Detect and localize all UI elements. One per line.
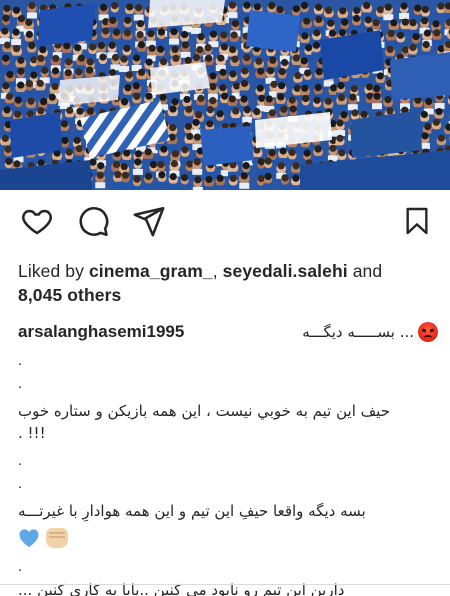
caption-header: arsalanghasemi1995 ... بســـــه دیگـــه xyxy=(18,320,438,344)
post-caption: arsalanghasemi1995 ... بســـــه دیگـــه … xyxy=(18,320,438,596)
caption-first-line: ... بســـــه دیگـــه xyxy=(302,320,438,344)
likes-separator: , xyxy=(212,261,223,281)
likes-and: and xyxy=(347,261,383,281)
liker-link-1[interactable]: cinema_gram_ xyxy=(89,261,213,281)
share-button[interactable] xyxy=(126,198,172,244)
caption-line: بسه دیگه واقعا حیفِ این تیم و این همه هو… xyxy=(18,502,366,520)
bookmark-icon xyxy=(406,207,428,235)
crowd-photo xyxy=(0,0,450,190)
caption-line: دارین این تیم رو نابود مي کنین ..بابا یه… xyxy=(18,581,345,596)
liker-link-2[interactable]: seyedali.salehi xyxy=(223,261,348,281)
heart-icon xyxy=(22,209,52,235)
caption-dot: . xyxy=(18,452,23,469)
likes-summary: Liked by cinema_gram_, seyedali.salehi a… xyxy=(18,259,438,307)
save-button[interactable] xyxy=(394,198,440,244)
caption-username[interactable]: arsalanghasemi1995 xyxy=(18,320,184,344)
likes-others-link[interactable]: 8,045 others xyxy=(18,285,121,305)
angry-face-icon xyxy=(418,322,438,342)
like-button[interactable] xyxy=(14,198,60,244)
divider xyxy=(0,584,450,585)
caption-first-text: ... بســـــه دیگـــه xyxy=(302,323,414,341)
comment-icon xyxy=(79,207,109,237)
likes-prefix: Liked by xyxy=(18,261,89,281)
paper-plane-icon xyxy=(133,206,165,237)
comment-button[interactable] xyxy=(70,198,116,244)
caption-emoji-row xyxy=(18,526,438,550)
caption-dot: . xyxy=(18,558,23,575)
caption-line: . !!! xyxy=(18,424,46,442)
post-actions xyxy=(0,198,450,254)
caption-dot: . xyxy=(18,375,23,392)
caption-dot: . xyxy=(18,352,23,369)
blue-heart-icon xyxy=(19,529,39,548)
post-photo[interactable] xyxy=(0,0,450,190)
raised-fist-icon xyxy=(46,528,68,548)
caption-dot: . xyxy=(18,475,23,492)
caption-line: حیف این تیم به خوبي نیست ، این همه بازیک… xyxy=(18,402,390,420)
